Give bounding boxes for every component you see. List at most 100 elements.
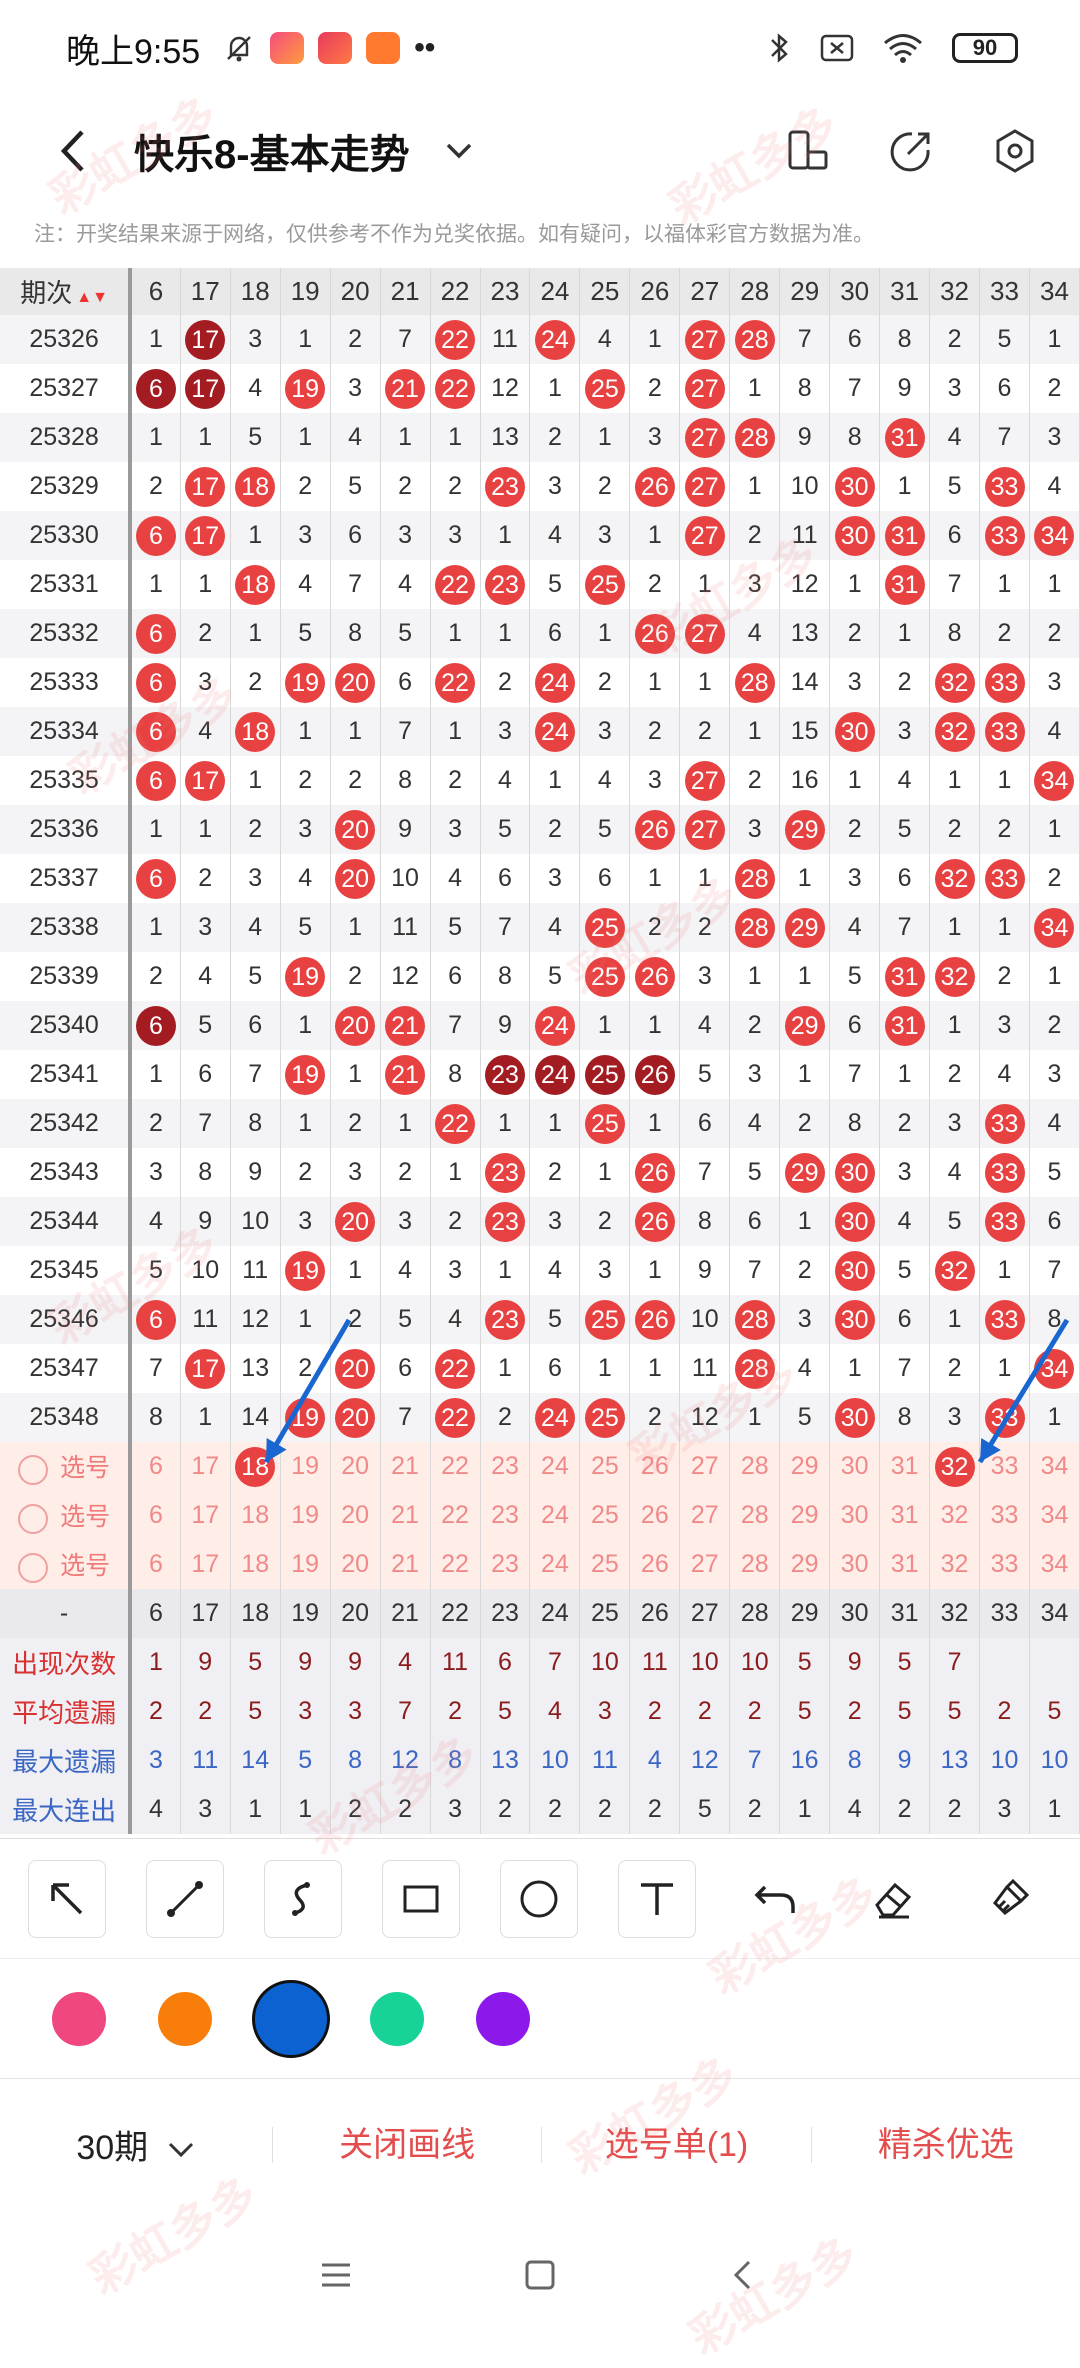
settings-hexagon-icon[interactable] <box>992 128 1038 174</box>
pick-ball[interactable]: 17 <box>180 1491 231 1540</box>
pick-ball[interactable]: 24 <box>529 1491 581 1540</box>
share-icon[interactable] <box>888 128 934 174</box>
pick-ball[interactable]: 22 <box>430 1442 481 1491</box>
back-icon[interactable] <box>727 2258 761 2292</box>
pick-ball[interactable]: 28 <box>729 1442 781 1491</box>
pick-ball[interactable]: 24 <box>529 1442 581 1491</box>
pick-ball[interactable]: 21 <box>380 1442 431 1491</box>
pick-ball[interactable]: 32 <box>929 1491 981 1540</box>
radio-circle-icon[interactable] <box>18 1552 49 1583</box>
circle-tool[interactable] <box>500 1859 578 1938</box>
pick-ball[interactable]: 17 <box>180 1540 231 1589</box>
pick-ball[interactable]: 20 <box>330 1442 381 1491</box>
pick-ball[interactable]: 29 <box>779 1491 831 1540</box>
radio-circle-icon[interactable] <box>18 1503 49 1534</box>
curve-tool[interactable] <box>264 1859 342 1938</box>
pick-ball[interactable]: 31 <box>879 1491 931 1540</box>
pick-ball[interactable]: 24 <box>529 1540 581 1589</box>
pick-ball[interactable]: 25 <box>579 1540 631 1589</box>
text-tool[interactable] <box>618 1859 696 1938</box>
color-swatch[interactable] <box>158 1991 212 2046</box>
number-cell: 8 <box>1029 1295 1080 1344</box>
pick-ball[interactable]: 32 <box>929 1442 981 1491</box>
pick-ball[interactable]: 18 <box>230 1442 281 1491</box>
period-header[interactable]: 期次 ▲▼ <box>0 268 133 315</box>
pick-ball[interactable]: 26 <box>629 1442 681 1491</box>
pick-ball[interactable]: 34 <box>1029 1540 1080 1589</box>
number-cell: 3 <box>579 511 631 560</box>
radio-circle-icon[interactable] <box>18 1454 49 1485</box>
pick-ball[interactable]: 19 <box>280 1540 331 1589</box>
pick-ball[interactable]: 31 <box>879 1442 931 1491</box>
pick-ball[interactable]: 29 <box>779 1442 831 1491</box>
pick-ball[interactable]: 27 <box>679 1491 731 1540</box>
selected-ball[interactable]: 32 <box>934 1446 975 1487</box>
pick-ball[interactable]: 27 <box>679 1540 731 1589</box>
number-cell: 10 <box>679 1295 731 1344</box>
elite-pick-button[interactable]: 精杀优选 <box>810 2126 1080 2163</box>
pick-ball[interactable]: 21 <box>380 1491 431 1540</box>
color-swatch[interactable] <box>52 1991 106 2046</box>
select-arrow-tool[interactable] <box>28 1859 106 1938</box>
pick-ball[interactable]: 6 <box>130 1540 181 1589</box>
pick-ball[interactable]: 33 <box>979 1491 1030 1540</box>
chevron-down-icon[interactable] <box>444 141 474 161</box>
pick-ball[interactable]: 28 <box>729 1491 781 1540</box>
selected-ball[interactable]: 18 <box>235 1446 276 1487</box>
pick-ball[interactable]: 17 <box>180 1442 231 1491</box>
pick-ball[interactable]: 22 <box>430 1540 481 1589</box>
back-arrow-icon[interactable] <box>44 126 104 176</box>
pick-ball[interactable]: 23 <box>480 1442 531 1491</box>
menu-icon[interactable] <box>319 2258 353 2292</box>
home-square-icon[interactable] <box>523 2258 557 2292</box>
pick-ball[interactable]: 21 <box>380 1540 431 1589</box>
eraser-tool[interactable] <box>854 1860 932 1938</box>
clear-brush-tool[interactable] <box>972 1860 1050 1938</box>
pick-ball[interactable]: 22 <box>430 1491 481 1540</box>
pick-row-label[interactable]: 选号 <box>0 1491 133 1540</box>
period-selector[interactable]: 30期 <box>0 2120 272 2169</box>
pick-ball[interactable]: 23 <box>480 1540 531 1589</box>
pick-row-label[interactable]: 选号 <box>0 1442 133 1491</box>
pick-ball[interactable]: 30 <box>829 1540 881 1589</box>
pick-ball[interactable]: 26 <box>629 1491 681 1540</box>
pick-ball[interactable]: 29 <box>779 1540 831 1589</box>
rectangle-tool[interactable] <box>382 1859 460 1938</box>
color-swatch[interactable] <box>370 1991 424 2046</box>
pick-ball[interactable]: 19 <box>280 1442 331 1491</box>
rotate-screen-icon[interactable] <box>784 128 830 174</box>
pick-ball[interactable]: 33 <box>979 1540 1030 1589</box>
pick-ball[interactable]: 18 <box>230 1540 281 1589</box>
pick-ball[interactable]: 25 <box>579 1491 631 1540</box>
pick-ball[interactable]: 20 <box>330 1540 381 1589</box>
pick-ball[interactable]: 32 <box>929 1540 981 1589</box>
pick-ball[interactable]: 30 <box>829 1442 881 1491</box>
pick-ball[interactable]: 28 <box>729 1540 781 1589</box>
pick-ball[interactable]: 30 <box>829 1491 881 1540</box>
color-swatch[interactable] <box>252 1979 330 2058</box>
pick-ball[interactable]: 27 <box>679 1442 731 1491</box>
pick-ball[interactable]: 31 <box>879 1540 931 1589</box>
color-swatch[interactable] <box>476 1991 530 2046</box>
pick-ball[interactable]: 6 <box>130 1442 181 1491</box>
undo-tool[interactable] <box>736 1860 814 1938</box>
close-drawing-button[interactable]: 关闭画线 <box>272 2126 541 2163</box>
pick-ball[interactable]: 18 <box>230 1491 281 1540</box>
pick-ball[interactable]: 20 <box>330 1491 381 1540</box>
pick-ball[interactable]: 19 <box>280 1491 331 1540</box>
hit-ball: 33 <box>984 858 1025 899</box>
pick-row-label[interactable]: 选号 <box>0 1540 133 1589</box>
pick-list-button[interactable]: 选号单(1) <box>541 2126 810 2163</box>
line-tool[interactable] <box>146 1859 224 1938</box>
page-title[interactable]: 快乐8-基本走势 <box>134 122 410 180</box>
number-cell: 2 <box>230 805 281 854</box>
pick-ball[interactable]: 25 <box>579 1442 631 1491</box>
hit-ball: 30 <box>834 1397 875 1438</box>
chevron-down-icon <box>168 2142 193 2158</box>
pick-ball[interactable]: 6 <box>130 1491 181 1540</box>
pick-ball[interactable]: 34 <box>1029 1491 1080 1540</box>
pick-ball[interactable]: 23 <box>480 1491 531 1540</box>
pick-ball[interactable]: 34 <box>1029 1442 1080 1491</box>
pick-ball[interactable]: 33 <box>979 1442 1030 1491</box>
pick-ball[interactable]: 26 <box>629 1540 681 1589</box>
